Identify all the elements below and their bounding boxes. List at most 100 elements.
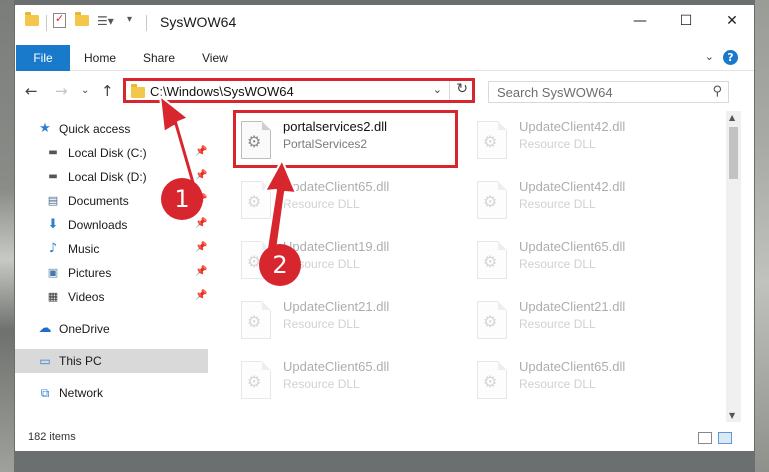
file-name: UpdateClient42.dll xyxy=(519,119,626,134)
computer-icon: ▭ xyxy=(39,354,51,368)
file-item[interactable]: ⚙ UpdateClient21.dll Resource DLL xyxy=(235,293,465,349)
window-title: SysWOW64 xyxy=(160,14,237,30)
search-icon[interactable]: ⚲ xyxy=(712,84,722,99)
sidebar-item-this-pc[interactable]: ▭ This PC xyxy=(15,349,208,373)
file-name: UpdateClient65.dll xyxy=(519,239,626,254)
up-arrow-icon[interactable]: ↑ xyxy=(101,82,114,100)
drive-icon: ▬ xyxy=(48,147,58,158)
pin-icon: 📌 xyxy=(195,146,208,157)
folder-icon xyxy=(131,84,145,98)
sidebar-item-pictures[interactable]: ▣ Pictures 📌 xyxy=(15,261,208,285)
network-icon: ⧉ xyxy=(40,386,50,400)
dll-file-icon: ⚙ xyxy=(477,181,507,219)
chevron-down-icon[interactable]: ⌄ xyxy=(433,83,442,96)
file-type: Resource DLL xyxy=(519,197,596,211)
folder-icon xyxy=(25,12,39,26)
file-item[interactable]: ⚙ UpdateClient42.dll Resource DLL xyxy=(471,113,701,169)
tab-home[interactable]: Home xyxy=(84,51,116,65)
refresh-icon[interactable]: ↻ xyxy=(456,81,468,97)
cloud-icon: ☁ xyxy=(38,321,52,336)
file-type: Resource DLL xyxy=(283,197,360,211)
pin-icon: 📌 xyxy=(195,242,208,253)
file-name: UpdateClient65.dll xyxy=(283,179,390,194)
recent-locations-icon[interactable]: ⌄ xyxy=(81,85,89,96)
title-bar: ✓ ☰▾ ▾ SysWOW64 — ☐ ✕ xyxy=(15,5,754,41)
tab-view[interactable]: View xyxy=(202,51,228,65)
step-2-badge: 2 xyxy=(259,244,301,286)
sidebar-item-onedrive[interactable]: ☁ OneDrive xyxy=(15,317,208,341)
new-folder-icon[interactable] xyxy=(75,12,89,26)
file-item[interactable]: ⚙ UpdateClient65.dll Resource DLL xyxy=(235,353,465,409)
forward-arrow-icon[interactable]: → xyxy=(55,82,68,100)
pin-icon: 📌 xyxy=(195,218,208,229)
file-name: UpdateClient21.dll xyxy=(283,299,390,314)
file-name: UpdateClient19.dll xyxy=(283,239,390,254)
sidebar-item-label: Local Disk (C:) xyxy=(68,146,147,160)
separator xyxy=(449,81,450,100)
details-view-icon[interactable] xyxy=(698,432,712,444)
sidebar-item-label: Quick access xyxy=(59,122,131,136)
address-bar[interactable]: C:\Windows\SysWOW64 ⌄ ↻ xyxy=(123,78,475,103)
documents-icon: ▤ xyxy=(47,194,59,207)
navigation-pane: ★ Quick access ▬ Local Disk (C:) 📌 ▬ Loc… xyxy=(15,111,208,422)
pictures-icon: ▣ xyxy=(47,266,59,279)
file-explorer-window: ✓ ☰▾ ▾ SysWOW64 — ☐ ✕ File Home Share Vi… xyxy=(14,4,755,452)
sidebar-item-music[interactable]: ♪ Music 📌 xyxy=(15,237,208,261)
file-type: Resource DLL xyxy=(519,317,596,331)
step-1-badge: 1 xyxy=(161,178,203,220)
drive-icon: ▬ xyxy=(48,171,58,182)
help-icon[interactable]: ? xyxy=(723,50,738,65)
vertical-scrollbar[interactable]: ▲ ▼ xyxy=(726,111,741,422)
videos-icon: ▦ xyxy=(47,290,59,303)
file-type: Resource DLL xyxy=(519,137,596,151)
dll-file-icon: ⚙ xyxy=(241,361,271,399)
dll-file-icon: ⚙ xyxy=(241,181,271,219)
file-type: Resource DLL xyxy=(283,377,360,391)
dll-file-icon: ⚙ xyxy=(477,241,507,279)
dll-file-icon: ⚙ xyxy=(477,301,507,339)
toolbar-dropdown-icon[interactable]: ▾ xyxy=(127,14,132,25)
ribbon-tabs: File Home Share View ⌄ ? xyxy=(15,45,754,71)
file-type: Resource DLL xyxy=(283,317,360,331)
sidebar-item-label: Pictures xyxy=(68,266,112,280)
sidebar-item-videos[interactable]: ▦ Videos 📌 xyxy=(15,285,208,309)
pin-icon: 📌 xyxy=(195,266,208,277)
star-icon: ★ xyxy=(39,121,51,136)
sidebar-item-network[interactable]: ⧉ Network xyxy=(15,381,208,405)
file-item[interactable]: ⚙ UpdateClient65.dll Resource DLL xyxy=(471,353,701,409)
file-item[interactable]: ⚙ UpdateClient21.dll Resource DLL xyxy=(471,293,701,349)
scroll-down-icon[interactable]: ▼ xyxy=(729,411,735,420)
maximize-button[interactable]: ☐ xyxy=(663,5,709,37)
minimize-button[interactable]: — xyxy=(617,5,663,37)
status-bar: 182 items xyxy=(15,423,754,451)
file-item[interactable]: ⚙ UpdateClient65.dll Resource DLL xyxy=(235,173,465,229)
item-count: 182 items xyxy=(28,431,76,443)
sidebar-item-quick-access[interactable]: ★ Quick access xyxy=(15,117,208,141)
file-item[interactable]: ⚙ UpdateClient42.dll Resource DLL xyxy=(471,173,701,229)
customize-toolbar-icon[interactable]: ☰▾ xyxy=(97,14,114,28)
back-arrow-icon[interactable]: ← xyxy=(25,82,38,100)
file-highlight-box xyxy=(233,110,458,168)
tab-share[interactable]: Share xyxy=(143,51,175,65)
expand-ribbon-icon[interactable]: ⌄ xyxy=(705,50,714,63)
navigation-bar: ← → ⌄ ↑ C:\Windows\SysWOW64 ⌄ ↻ Search S… xyxy=(15,72,754,110)
sidebar-item-label: Network xyxy=(59,386,104,400)
dll-file-icon: ⚙ xyxy=(241,301,271,339)
file-type: Resource DLL xyxy=(519,377,596,391)
scroll-up-icon[interactable]: ▲ xyxy=(729,113,735,122)
close-button[interactable]: ✕ xyxy=(709,5,754,37)
dll-file-icon: ⚙ xyxy=(477,121,507,159)
sidebar-item-label: Music xyxy=(68,242,100,256)
search-placeholder: Search SysWOW64 xyxy=(497,85,613,100)
separator xyxy=(146,15,147,31)
sidebar-item-local-disk-c[interactable]: ▬ Local Disk (C:) 📌 xyxy=(15,141,208,165)
tab-file[interactable]: File xyxy=(16,45,70,71)
sidebar-item-label: Downloads xyxy=(68,218,128,232)
scrollbar-thumb[interactable] xyxy=(729,127,738,179)
large-icons-view-icon[interactable] xyxy=(718,432,732,444)
sidebar-item-label: Local Disk (D:) xyxy=(68,170,147,184)
file-item[interactable]: ⚙ UpdateClient65.dll Resource DLL xyxy=(471,233,701,289)
address-path[interactable]: C:\Windows\SysWOW64 xyxy=(150,84,294,99)
properties-icon[interactable]: ✓ xyxy=(53,12,66,28)
search-input[interactable]: Search SysWOW64 ⚲ xyxy=(488,81,729,103)
